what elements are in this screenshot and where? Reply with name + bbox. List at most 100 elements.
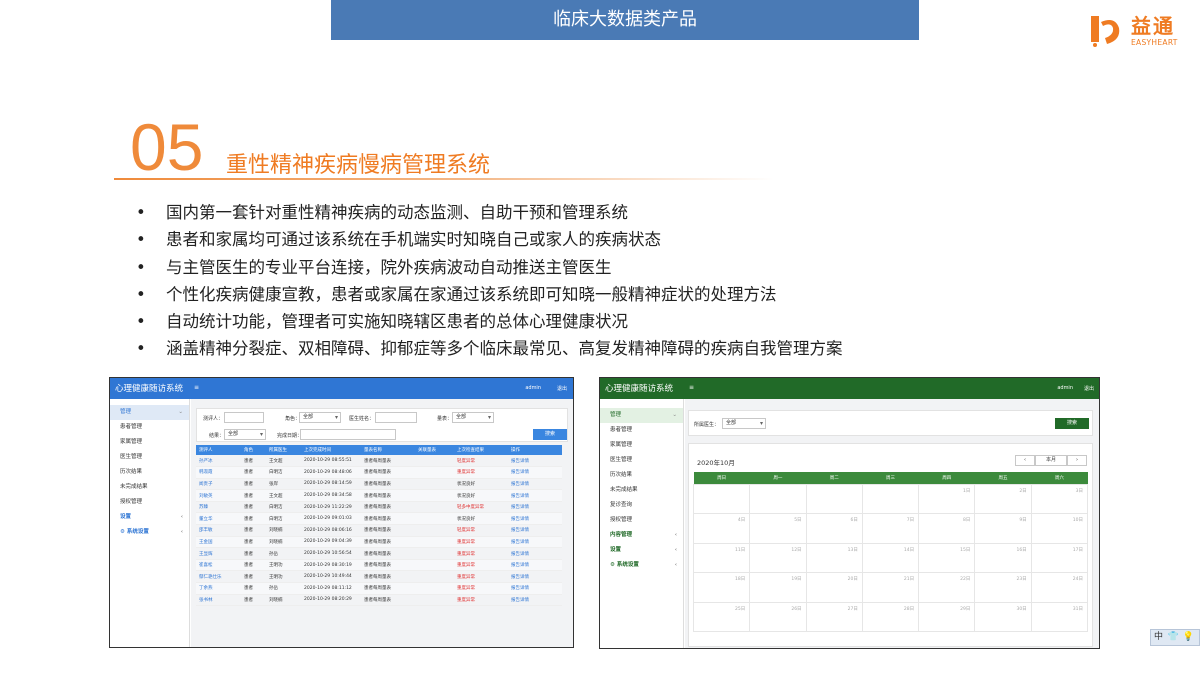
ime-chinese-icon[interactable]: 中 (1151, 630, 1166, 645)
sidebar-item[interactable]: 患者管理 (600, 423, 683, 438)
calendar-day-cell[interactable]: 8日 (918, 513, 976, 544)
calendar-day-cell[interactable]: 28日 (861, 601, 920, 632)
report-detail-link[interactable]: 报告详情 (508, 594, 562, 607)
calendar-day-cell[interactable]: 14日 (861, 542, 920, 573)
calendar-day-cell[interactable]: 27日 (805, 601, 863, 632)
tester-name-link[interactable]: 崔喜松 (196, 559, 241, 572)
sidebar-item[interactable]: 医生管理 (110, 450, 189, 465)
menu-toggle-icon[interactable]: ≡ (194, 384, 199, 391)
tester-name-link[interactable]: 张书林 (196, 594, 241, 607)
sidebar-item[interactable]: 内容管理 ‹ (600, 528, 683, 543)
calendar-day-cell[interactable]: 21日 (861, 572, 920, 603)
sidebar-item[interactable]: 设置 ‹ (110, 510, 189, 525)
calendar-day-cell[interactable]: 26日 (749, 601, 807, 632)
tester-name-link[interactable]: 孙严冰 (196, 455, 241, 468)
calendar-day-cell[interactable]: 23日 (974, 572, 1032, 603)
tester-name-link[interactable]: 刘敏英 (196, 489, 241, 502)
logout-link[interactable]: 退出 (1084, 385, 1094, 392)
report-detail-link[interactable]: 报告详情 (508, 582, 562, 595)
calendar-day-cell[interactable]: 12日 (749, 542, 807, 573)
user-name[interactable]: admin (1057, 385, 1073, 391)
menu-toggle-icon[interactable]: ≡ (689, 384, 694, 391)
calendar-day-cell[interactable]: 7日 (861, 513, 920, 544)
calendar-day-cell[interactable]: 4日 (692, 513, 751, 544)
tester-name-link[interactable]: 丁余燕 (196, 582, 241, 595)
calendar-day-cell[interactable]: 2日 (974, 483, 1032, 514)
calendar-day-cell[interactable]: 15日 (918, 542, 976, 573)
sidebar-item[interactable]: 患者管理 (110, 420, 189, 435)
prev-month-button[interactable]: ‹ (1015, 455, 1035, 466)
doctor-select[interactable]: 全部 (722, 418, 766, 429)
tester-name-link[interactable]: 苏臻 (196, 501, 241, 514)
calendar-day-cell[interactable]: 1日 (918, 483, 976, 514)
report-detail-link[interactable]: 报告详情 (508, 489, 562, 502)
result-select[interactable]: 全部 (224, 429, 266, 440)
date-input[interactable] (300, 429, 396, 440)
next-month-button[interactable]: › (1067, 455, 1087, 466)
search-button[interactable]: 搜索 (1055, 418, 1089, 429)
tester-name-link[interactable]: 韩淑霞 (196, 466, 241, 479)
ime-toolbar[interactable]: 中 👕 💡 (1150, 629, 1200, 646)
tester-name-link[interactable]: 王金国 (196, 536, 241, 549)
calendar-day-cell[interactable]: 17日 (1030, 542, 1089, 573)
sidebar-item[interactable]: 设置 ‹ (600, 543, 683, 558)
tester-name-link[interactable]: 邵丰敏 (196, 524, 241, 537)
user-name[interactable]: admin (525, 385, 541, 391)
report-detail-link[interactable]: 报告详情 (508, 524, 562, 537)
calendar-day-cell[interactable]: 11日 (692, 542, 751, 573)
calendar-day-cell[interactable] (749, 483, 807, 514)
sidebar-item[interactable]: 管理 ⌄ (110, 405, 189, 420)
report-detail-link[interactable]: 报告详情 (508, 455, 562, 468)
report-detail-link[interactable]: 报告详情 (508, 536, 562, 549)
calendar-day-cell[interactable]: 13日 (805, 542, 863, 573)
sidebar-item[interactable]: 复诊查询 (600, 498, 683, 513)
calendar-day-cell[interactable] (861, 483, 920, 514)
tester-name-link[interactable]: 董立华 (196, 512, 241, 526)
report-detail-link[interactable]: 报告详情 (508, 512, 562, 526)
sidebar-item[interactable]: 未完成结果 (600, 483, 683, 498)
calendar-day-cell[interactable]: 20日 (805, 572, 863, 603)
report-detail-link[interactable]: 报告详情 (508, 478, 562, 491)
scale-select[interactable]: 全部 (452, 412, 494, 423)
sidebar-item[interactable]: 授权管理 (600, 513, 683, 528)
role-select[interactable]: 全部 (299, 412, 341, 423)
calendar-day-cell[interactable]: 16日 (974, 542, 1032, 573)
calendar-day-cell[interactable]: 30日 (974, 601, 1032, 632)
calendar-day-cell[interactable]: 24日 (1030, 572, 1089, 603)
logout-link[interactable]: 退出 (557, 385, 567, 392)
calendar-day-cell[interactable]: 22日 (918, 572, 976, 603)
calendar-day-cell[interactable]: 10日 (1030, 513, 1089, 544)
report-detail-link[interactable]: 报告详情 (508, 570, 562, 584)
sidebar-item[interactable]: 历次结果 (600, 468, 683, 483)
sidebar-item[interactable]: 授权管理 (110, 495, 189, 510)
calendar-day-cell[interactable]: 6日 (805, 513, 863, 544)
current-month-button[interactable]: 本月 (1035, 455, 1067, 466)
sidebar-item[interactable]: ⚙ 系统设置 ‹ (600, 558, 683, 573)
report-detail-link[interactable]: 报告详情 (508, 559, 562, 572)
calendar-day-cell[interactable]: 9日 (974, 513, 1032, 544)
calendar-day-cell[interactable] (692, 483, 751, 514)
ime-skin-icon[interactable]: 👕 (1166, 630, 1181, 645)
sidebar-item[interactable]: 管理 ⌄ (600, 408, 683, 423)
sidebar-item[interactable]: ⚙ 系统设置 ‹ (110, 525, 189, 540)
ime-tip-icon[interactable]: 💡 (1181, 630, 1196, 645)
calendar-day-cell[interactable]: 3日 (1030, 483, 1089, 514)
calendar-day-cell[interactable]: 19日 (749, 572, 807, 603)
calendar-day-cell[interactable]: 18日 (692, 572, 751, 603)
calendar-day-cell[interactable]: 31日 (1030, 601, 1089, 632)
tester-name-link[interactable]: 鄢仁艳仕乐 (196, 570, 241, 584)
sidebar-item[interactable]: 家属管理 (600, 438, 683, 453)
calendar-day-cell[interactable]: 5日 (749, 513, 807, 544)
report-detail-link[interactable]: 报告详情 (508, 547, 562, 560)
report-detail-link[interactable]: 报告详情 (508, 501, 562, 514)
calendar-day-cell[interactable] (805, 483, 863, 514)
sidebar-item[interactable]: 家属管理 (110, 435, 189, 450)
calendar-day-cell[interactable]: 25日 (692, 601, 751, 632)
tester-input[interactable] (224, 412, 264, 423)
sidebar-item[interactable]: 未完成结果 (110, 480, 189, 495)
tester-name-link[interactable]: 王显辉 (196, 547, 241, 560)
calendar-day-cell[interactable]: 29日 (918, 601, 976, 632)
doctor-name-input[interactable] (375, 412, 417, 423)
tester-name-link[interactable]: 闻贵子 (196, 478, 241, 491)
report-detail-link[interactable]: 报告详情 (508, 466, 562, 479)
